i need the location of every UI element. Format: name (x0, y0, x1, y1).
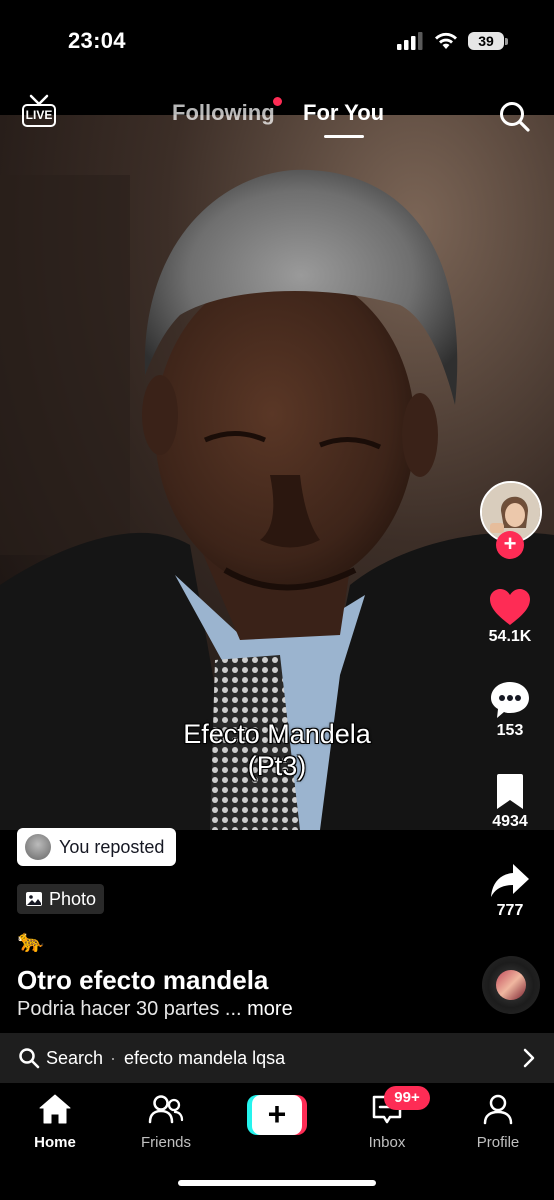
status-bar: 23:04 39 (0, 0, 554, 80)
post-description[interactable]: Podria hacer 30 partes ... more (17, 998, 293, 1021)
music-disc[interactable] (482, 956, 540, 1014)
tab-following[interactable]: Following (172, 100, 275, 126)
bookmark-button[interactable]: 4934 (470, 773, 550, 831)
battery-level: 39 (468, 32, 504, 50)
related-search-bar[interactable]: Search · efecto mandela lqsa (0, 1033, 554, 1083)
nav-home[interactable]: Home (15, 1093, 95, 1151)
photo-label: Photo (49, 888, 97, 909)
more-link[interactable]: more (247, 998, 293, 1020)
home-indicator[interactable] (178, 1180, 376, 1186)
nav-profile-label: Profile (476, 1134, 520, 1151)
comment-count: 153 (496, 722, 524, 739)
top-nav: LIVE Following For You (0, 80, 554, 150)
photo-mode-badge: Photo (17, 884, 105, 914)
like-button[interactable]: 54.1K (470, 588, 550, 646)
comment-button[interactable]: 153 (470, 680, 550, 740)
music-cover (496, 970, 526, 1000)
status-time: 23:04 (68, 28, 126, 53)
you-reposted-badge[interactable]: You reposted (17, 828, 177, 866)
nav-inbox-label: Inbox (368, 1134, 406, 1151)
inbox-notification-badge: 99+ (384, 1086, 430, 1110)
live-button[interactable]: LIVE (22, 94, 58, 130)
save-count: 4934 (492, 813, 528, 830)
nav-friends-label: Friends (140, 1134, 192, 1151)
friends-icon (148, 1095, 184, 1124)
cellular-signal-icon (397, 32, 423, 50)
reposted-label: You reposted (59, 836, 165, 857)
post-description-text: Podria hacer 30 partes ... (17, 998, 242, 1020)
share-arrow-icon (491, 864, 529, 897)
following-notification-dot (273, 97, 282, 106)
like-count: 54.1K (488, 628, 532, 645)
nav-profile[interactable]: Profile (458, 1093, 538, 1151)
home-icon (39, 1094, 71, 1124)
profile-icon (483, 1094, 513, 1125)
search-label: Search (46, 1048, 104, 1068)
search-separator: · (110, 1048, 116, 1068)
follow-button[interactable]: + (496, 531, 524, 559)
bookmark-icon (497, 774, 523, 809)
heart-icon (490, 589, 530, 625)
nav-home-label: Home (34, 1134, 76, 1151)
search-icon[interactable] (498, 100, 530, 132)
nav-friends[interactable]: Friends (126, 1093, 206, 1151)
comment-icon (491, 682, 529, 718)
live-label: LIVE (22, 104, 56, 127)
caption-emoji: 🐆 (17, 928, 45, 953)
reposter-avatar (25, 834, 51, 860)
create-button[interactable]: + (247, 1095, 307, 1135)
post-title: Otro efecto mandela (17, 965, 269, 995)
wifi-icon (435, 32, 457, 49)
search-query: efecto mandela lqsa (124, 1048, 286, 1068)
image-icon (26, 892, 42, 906)
chevron-right-icon (523, 1048, 535, 1068)
battery-icon: 39 (468, 30, 508, 52)
active-tab-indicator (324, 135, 364, 138)
search-small-icon (19, 1048, 40, 1069)
create-plus-icon: + (252, 1095, 302, 1135)
tab-for-you[interactable]: For You (303, 100, 384, 126)
share-button[interactable]: 777 (470, 862, 550, 920)
share-count: 777 (496, 902, 524, 919)
